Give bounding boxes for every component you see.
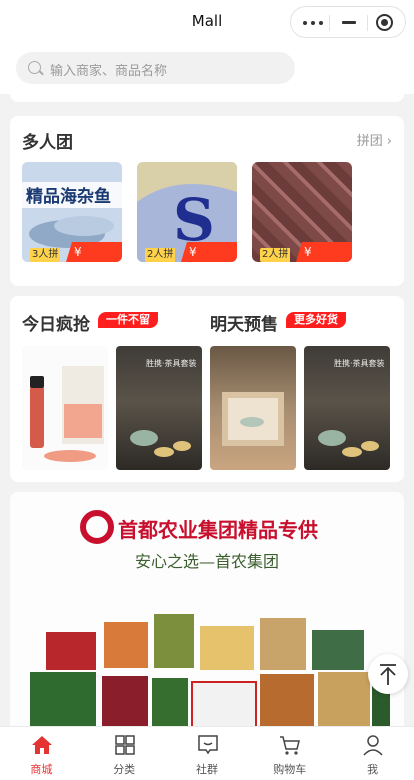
product-image-text: 胜携·茶具套装 — [146, 358, 197, 368]
product-image: 胜携·茶具套装 — [318, 358, 385, 457]
group-item[interactable]: 2人拼 ¥ 118.00 — [252, 162, 352, 262]
group-item[interactable]: 精品海杂鱼 3人拼 ¥ 19.00 — [22, 162, 122, 262]
product-image-text: 胜携·茶具套装 — [334, 358, 385, 368]
flash-item[interactable] — [210, 346, 296, 470]
chat-icon — [197, 735, 218, 755]
price-tag: 3人拼 ¥ 19.00 — [22, 242, 122, 262]
price-tag: 2人拼 ¥ 118.00 — [252, 242, 352, 262]
tab-community[interactable]: 社群 — [166, 727, 249, 780]
group-count: 2人拼 — [260, 248, 291, 262]
mini-program-capsule — [290, 6, 406, 38]
tab-me[interactable]: 我 — [331, 727, 414, 780]
group-item[interactable]: S 2人拼 ¥ 17.90 — [137, 162, 237, 262]
minimize-icon[interactable] — [342, 21, 356, 24]
bottom-tab-bar: 商城 分类 社群 购物车 我 — [0, 726, 414, 780]
group-count: 3人拼 — [30, 248, 61, 262]
group-price: ¥ 118.00 — [296, 242, 352, 262]
banner-company: 首都农业集团 — [118, 518, 238, 542]
divider — [367, 15, 368, 31]
tab-label: 社群 — [195, 763, 218, 776]
arrow-up-icon — [380, 664, 396, 685]
banner-headline: 首都农业集团精品专供 — [118, 514, 318, 543]
flash-item[interactable]: 胜携·茶具套装 — [304, 346, 390, 470]
tab-label: 购物车 — [273, 763, 307, 776]
divider — [329, 15, 330, 31]
today-sale-badge: 一件不留 — [98, 312, 158, 328]
flash-item[interactable]: 胜携·茶具套装 — [116, 346, 202, 470]
product-image-text: 精品海杂鱼 — [26, 186, 111, 207]
product-image — [222, 392, 284, 446]
today-sale-title[interactable]: 今日疯抢 — [22, 310, 90, 335]
group-price: ¥ 17.90 — [181, 242, 237, 262]
group-count: 2人拼 — [145, 248, 176, 262]
tab-category[interactable]: 分类 — [83, 727, 166, 780]
search-icon — [28, 61, 41, 74]
tab-label: 我 — [367, 763, 379, 776]
banner-highlight: 精品专供 — [238, 518, 318, 542]
brand-logo-icon — [80, 510, 114, 544]
group-price: ¥ 19.00 — [66, 242, 122, 262]
previous-card — [10, 94, 404, 102]
search-input[interactable]: 输入商家、商品名称 — [16, 52, 295, 84]
search-bar-area: 输入商家、商品名称 — [0, 44, 414, 94]
price-tag: 2人拼 ¥ 17.90 — [137, 242, 237, 262]
product-image — [22, 346, 108, 470]
back-to-top-button[interactable] — [368, 654, 408, 694]
tomorrow-presale-badge: 更多好货 — [286, 312, 346, 328]
tab-home[interactable]: 商城 — [0, 727, 83, 780]
top-nav-bar: Mall — [0, 0, 414, 44]
tomorrow-presale-title[interactable]: 明天预售 — [210, 310, 278, 335]
group-buy-more-link[interactable]: 拼团 › — [357, 130, 392, 149]
product-image: 胜携·茶具套装 — [130, 358, 197, 457]
chevron-right-icon: › — [386, 134, 392, 149]
tab-cart[interactable]: 购物车 — [248, 727, 331, 780]
flash-sale-section: 今日疯抢 一件不留 明天预售 更多好货 胜携·茶具套装 胜携·茶具套装 — [10, 296, 404, 482]
promo-banner[interactable]: 首都农业集团精品专供 安心之选—首农集团 — [10, 492, 404, 726]
more-menu-icon[interactable] — [303, 21, 323, 25]
gift-boxes-image — [30, 614, 390, 726]
group-buy-section: 多人团 拼团› 精品海杂鱼 3人拼 ¥ 19.00 S — [10, 116, 404, 286]
section-title: 多人团 — [22, 133, 73, 153]
more-label: 拼团 — [356, 134, 383, 149]
tab-label: 分类 — [113, 763, 136, 776]
banner-slogan: 安心之选—首农集团 — [134, 552, 279, 571]
home-icon — [32, 736, 52, 754]
close-target-icon[interactable] — [376, 14, 393, 31]
cart-icon — [280, 736, 301, 755]
user-icon — [363, 735, 383, 756]
flash-item[interactable] — [22, 346, 108, 470]
tab-label: 商城 — [30, 763, 53, 776]
content-scroll[interactable]: 多人团 拼团› 精品海杂鱼 3人拼 ¥ 19.00 S — [0, 94, 414, 726]
grid-icon — [115, 735, 135, 755]
search-placeholder: 输入商家、商品名称 — [50, 64, 168, 79]
